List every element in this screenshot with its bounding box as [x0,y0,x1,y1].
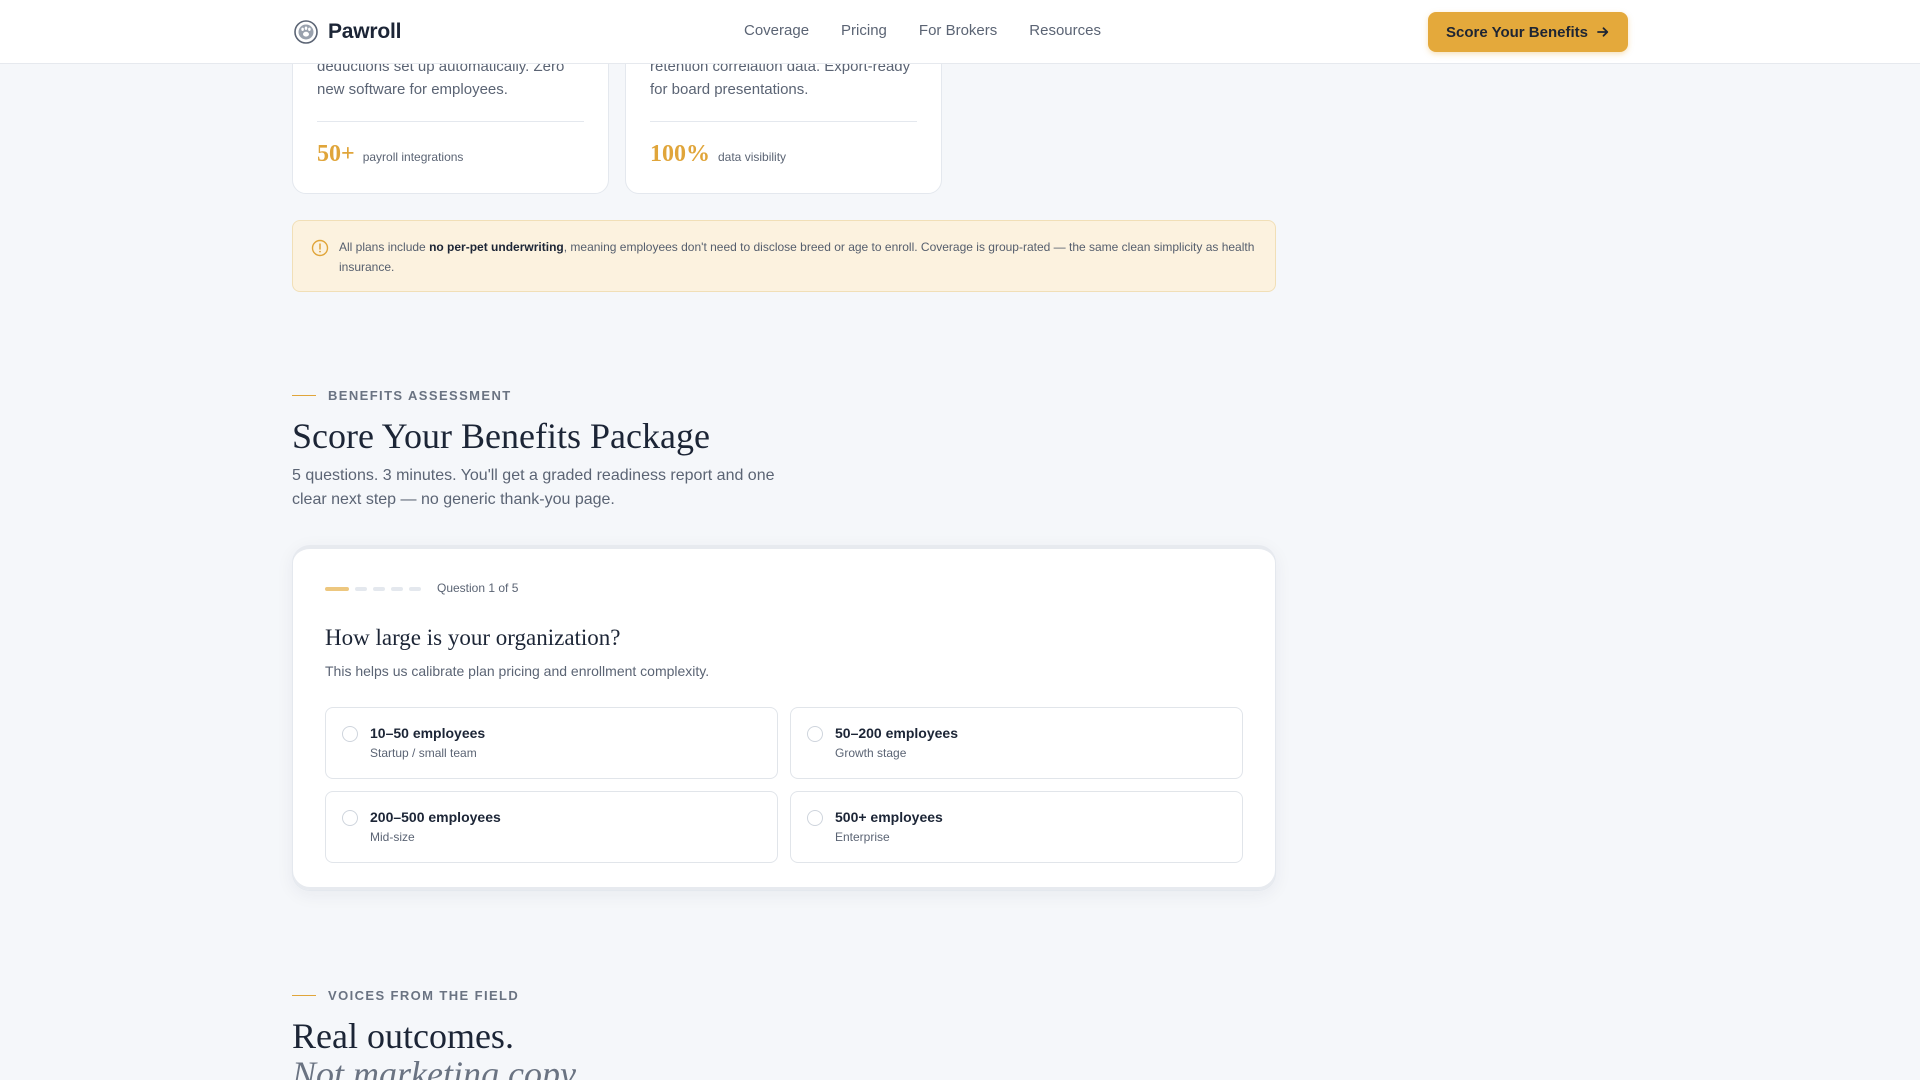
option-subtitle: Enterprise [835,830,890,844]
eyebrow-rule [292,995,316,996]
info-icon [311,239,329,257]
option-title: 200–500 employees [370,809,501,825]
question-title: How large is your organization? [325,625,621,650]
option-title: 500+ employees [835,809,943,825]
divider [650,121,917,122]
question-hint: This helps us calibrate plan pricing and… [325,663,710,679]
option-subtitle: Startup / small team [370,746,477,760]
assessment-quiz-card: Question 1 of 5 How large is your organi… [292,545,1276,891]
top-nav: Pawroll Coverage Pricing For Brokers Res… [0,0,1920,64]
radio-button[interactable] [807,726,823,742]
score-benefits-button[interactable]: Score Your Benefits [1428,12,1628,52]
question-progress [325,587,421,591]
underwriting-notice: All plans include no per-pet underwritin… [292,220,1276,292]
option-10-50[interactable]: 10–50 employees Startup / small team [325,707,778,779]
radio-button[interactable] [342,810,358,826]
nav-link-for-brokers[interactable]: For Brokers [919,22,997,39]
nav-links: Coverage Pricing For Brokers Resources [744,22,1101,39]
progress-step [409,587,421,591]
stat-value: 100% [650,141,710,167]
option-200-500[interactable]: 200–500 employees Mid-size [325,791,778,863]
nav-link-pricing[interactable]: Pricing [841,22,887,39]
voices-title-italic: Not marketing copy. [292,1054,583,1080]
assessment-lead: 5 questions. 3 minutes. You'll get a gra… [292,467,775,508]
nav-link-resources[interactable]: Resources [1029,22,1101,39]
arrow-right-icon [1597,27,1609,37]
feature-stat: 100% data visibility [650,141,786,168]
notice-text: All plans include no per-pet underwritin… [339,237,1259,277]
radio-button[interactable] [342,726,358,742]
progress-step [325,587,349,591]
voices-eyebrow: VOICES FROM THE FIELD [292,988,519,1003]
stat-label: payroll integrations [362,150,464,164]
score-benefits-label: Score Your Benefits [1446,23,1588,41]
option-title: 10–50 employees [370,725,486,741]
divider [317,121,584,122]
brand[interactable]: Pawroll [294,20,401,44]
progress-step [355,587,367,591]
question-counter: Question 1 of 5 [437,581,519,595]
eyebrow-text: BENEFITS ASSESSMENT [328,388,512,403]
voices-title: Real outcomes. [292,1016,514,1056]
option-subtitle: Growth stage [835,746,907,760]
option-50-200[interactable]: 50–200 employees Growth stage [790,707,1243,779]
nav-link-coverage[interactable]: Coverage [744,22,809,39]
stat-label: data visibility [718,150,787,164]
eyebrow-rule [292,395,316,396]
brand-name: Pawroll [328,20,402,43]
notice-emphasis: no per-pet underwriting [429,240,564,254]
progress-step [373,587,385,591]
stat-value: 50+ [317,141,355,167]
option-subtitle: Mid-size [370,830,415,844]
progress-step [391,587,403,591]
option-title: 50–200 employees [835,725,958,741]
paw-logo-icon [294,20,318,44]
assessment-eyebrow: BENEFITS ASSESSMENT [292,388,512,403]
option-500-plus[interactable]: 500+ employees Enterprise [790,791,1243,863]
radio-button[interactable] [807,810,823,826]
eyebrow-text: VOICES FROM THE FIELD [328,988,520,1003]
feature-stat: 50+ payroll integrations [317,141,463,168]
assessment-title: Score Your Benefits Package [292,416,710,456]
notice-prefix: All plans include [339,240,430,254]
